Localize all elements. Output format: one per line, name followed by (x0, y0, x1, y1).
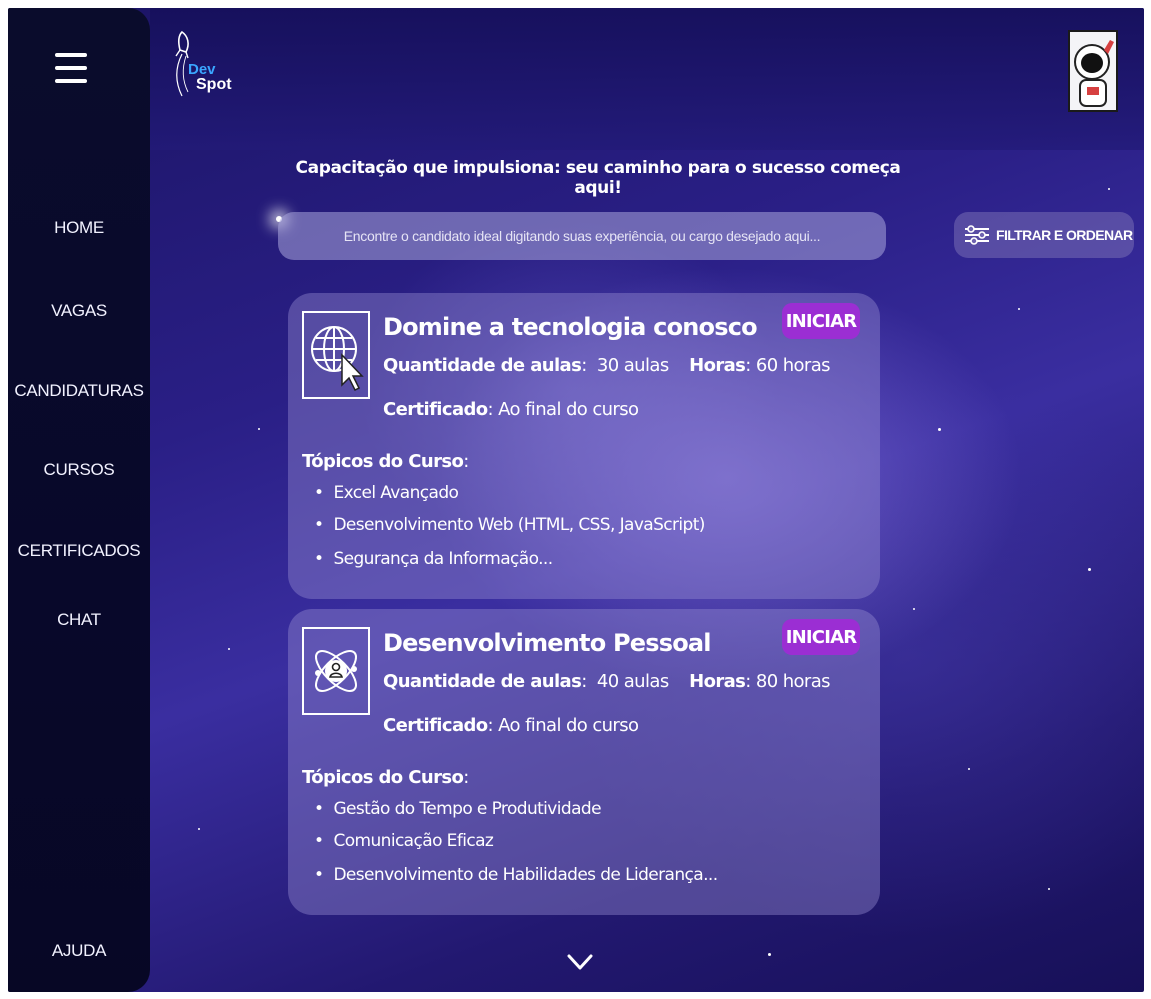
hours-label: Horas (689, 355, 746, 376)
lessons-value: 30 aulas (596, 355, 669, 376)
atom-person-icon (302, 627, 370, 715)
course-certificate: Certificado: Ao final do curso (383, 399, 639, 420)
app-frame: HOME VAGAS CANDIDATURAS CURSOS CERTIFICA… (8, 8, 1144, 992)
start-course-button[interactable]: INICIAR (782, 303, 860, 339)
course-title: Desenvolvimento Pessoal (383, 629, 712, 657)
topic-item: Comunicação Eficaz (314, 831, 493, 851)
start-course-button[interactable]: INICIAR (782, 619, 860, 655)
topic-item: Excel Avançado (314, 483, 458, 503)
course-card[interactable]: Desenvolvimento Pessoal Quantidade de au… (288, 609, 880, 915)
topic-item: Desenvolvimento de Habilidades de Lidera… (314, 865, 718, 885)
topics-heading: Tópicos do Curso: (302, 451, 469, 472)
certificate-label: Certificado (383, 399, 488, 420)
globe-cursor-icon (302, 311, 370, 399)
course-lessons-hours: Quantidade de aulas: 40 aulas Horas: 80 … (383, 671, 831, 692)
certificate-value: Ao final do curso (498, 715, 639, 736)
astronaut-avatar-icon (1070, 32, 1116, 110)
chevron-down-icon[interactable] (565, 952, 595, 972)
topic-item: Gestão do Tempo e Produtividade (314, 799, 601, 819)
topics-heading: Tópicos do Curso: (302, 767, 469, 788)
sidebar-item-certificados[interactable]: CERTIFICADOS (8, 541, 150, 561)
sliders-icon (965, 225, 989, 245)
devspot-logo[interactable]: Dev Spot (168, 26, 248, 98)
course-lessons-hours: Quantidade de aulas: 30 aulas Horas: 60 … (383, 355, 831, 376)
sidebar-item-cursos[interactable]: CURSOS (8, 460, 150, 480)
filter-sort-button[interactable]: FILTRAR E ORDENAR (954, 212, 1134, 258)
topic-item: Desenvolvimento Web (HTML, CSS, JavaScri… (314, 515, 705, 535)
top-bar (150, 8, 1144, 150)
hours-label: Horas (689, 671, 746, 692)
hours-value: 60 horas (755, 355, 831, 376)
sidebar-item-chat[interactable]: CHAT (8, 610, 150, 630)
course-certificate: Certificado: Ao final do curso (383, 715, 639, 736)
search-placeholder: Encontre o candidato ideal digitando sua… (343, 228, 821, 244)
lessons-label: Quantidade de aulas (383, 355, 582, 376)
filter-sort-label: FILTRAR E ORDENAR (996, 227, 1133, 243)
page-tagline: Capacitação que impulsiona: seu caminho … (295, 158, 901, 198)
lessons-label: Quantidade de aulas (383, 671, 582, 692)
search-input[interactable]: Encontre o candidato ideal digitando sua… (278, 212, 886, 260)
certificate-value: Ao final do curso (498, 399, 639, 420)
sidebar: HOME VAGAS CANDIDATURAS CURSOS CERTIFICA… (8, 8, 150, 992)
user-avatar[interactable] (1068, 30, 1118, 112)
hours-value: 80 horas (755, 671, 831, 692)
sidebar-item-candidaturas[interactable]: CANDIDATURAS (8, 381, 150, 401)
course-card[interactable]: Domine a tecnologia conosco Quantidade d… (288, 293, 880, 599)
lessons-value: 40 aulas (596, 671, 669, 692)
topic-item: Segurança da Informação... (314, 549, 553, 569)
sidebar-item-ajuda[interactable]: AJUDA (8, 941, 150, 961)
sidebar-item-home[interactable]: HOME (8, 218, 150, 238)
sidebar-item-vagas[interactable]: VAGAS (8, 301, 150, 321)
certificate-label: Certificado (383, 715, 488, 736)
course-title: Domine a tecnologia conosco (383, 313, 758, 341)
menu-icon[interactable] (55, 53, 87, 87)
logo-text-spot: Spot (196, 76, 232, 93)
